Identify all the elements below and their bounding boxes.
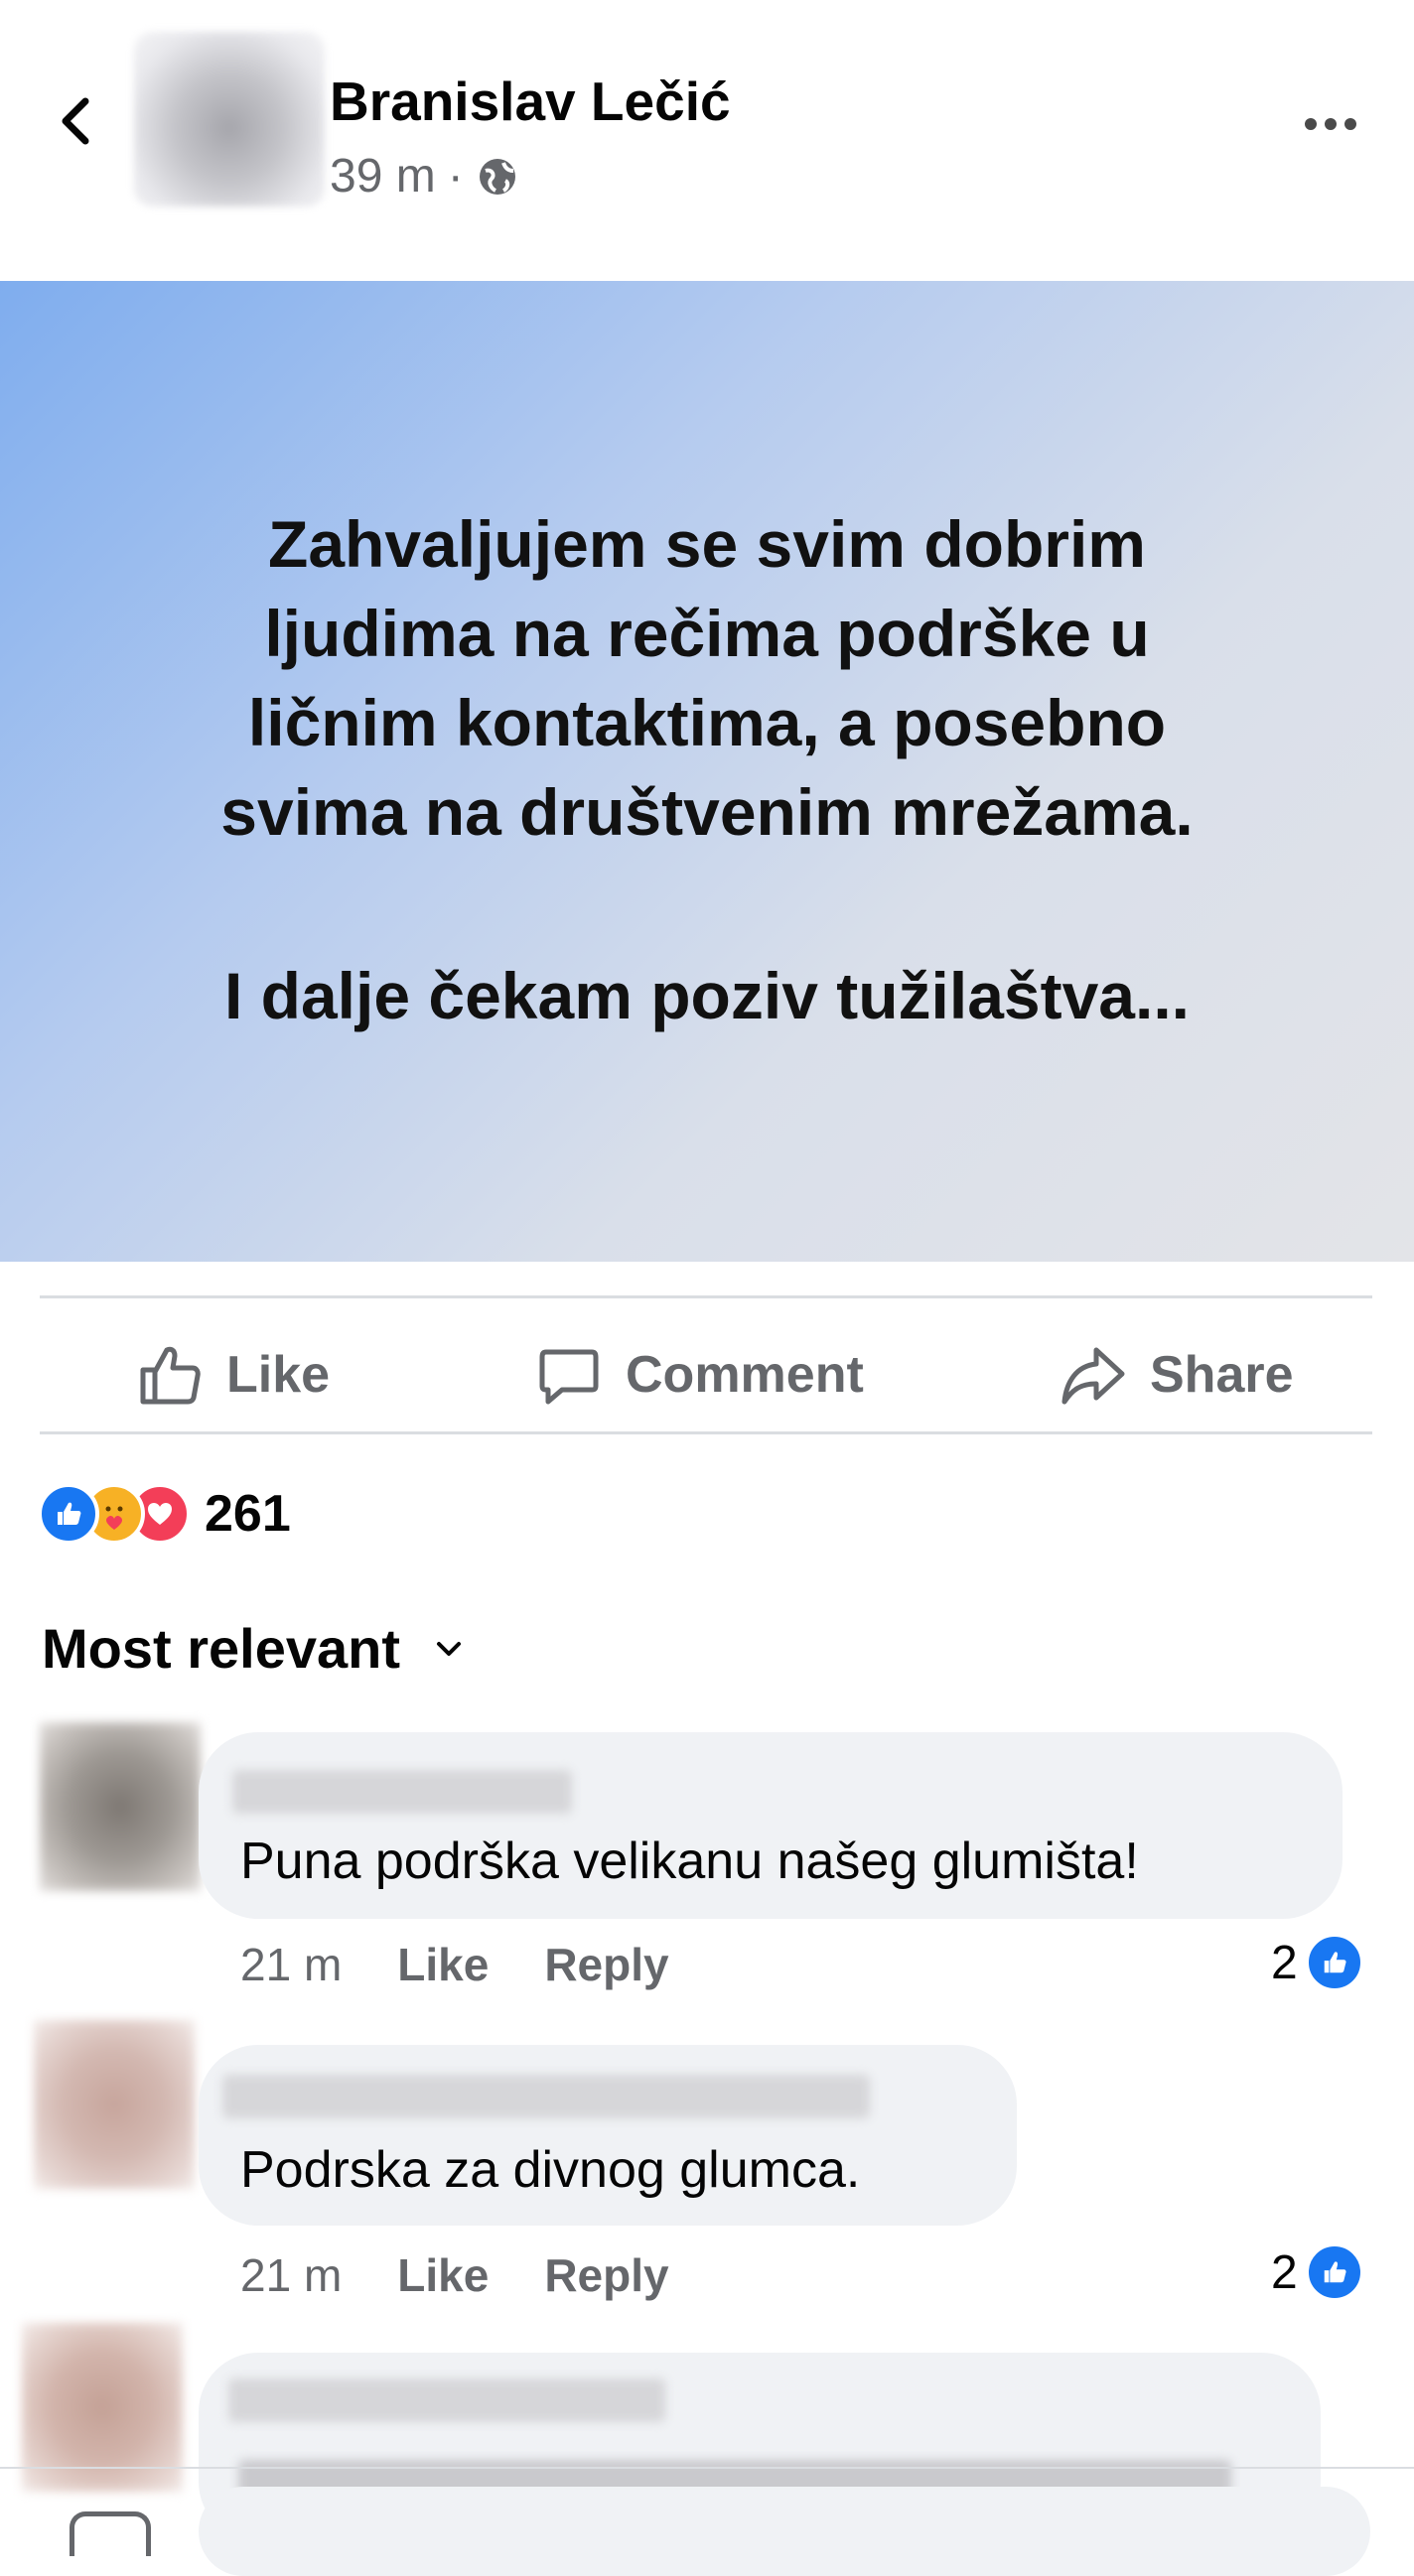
author-avatar[interactable] bbox=[134, 32, 325, 206]
dot-icon bbox=[1325, 118, 1337, 130]
comment-bubble[interactable]: Podrska za divnog glumca. bbox=[199, 2045, 1017, 2226]
post-meta: 39 m · bbox=[330, 149, 519, 203]
comment-bubble[interactable]: Puna podrška velikanu našeg glumišta! bbox=[199, 1732, 1343, 1919]
thumbs-up-icon bbox=[140, 1346, 201, 1405]
more-options-button[interactable] bbox=[1291, 104, 1370, 144]
comment-text: Puna podrška velikanu našeg glumišta! bbox=[240, 1832, 1139, 1890]
comment-label: Comment bbox=[626, 1346, 864, 1404]
comment-reply-button[interactable]: Reply bbox=[544, 1938, 668, 1991]
commenter-avatar[interactable] bbox=[40, 1722, 201, 1891]
comment-time[interactable]: 21 m bbox=[240, 2248, 342, 2302]
comment-reaction-count[interactable]: 2 bbox=[1271, 1934, 1363, 1991]
globe-icon bbox=[479, 158, 515, 195]
comment-like-button[interactable]: Like bbox=[397, 1938, 489, 1991]
post-line: ličnim kontaktima, a posebno bbox=[247, 686, 1167, 759]
like-reaction-icon bbox=[38, 1483, 99, 1545]
like-reaction-icon bbox=[1305, 2243, 1363, 2301]
comment-reply-button[interactable]: Reply bbox=[544, 2248, 668, 2302]
post-line: Zahvaljujem se svim dobrim bbox=[268, 507, 1146, 581]
comment-sort-dropdown[interactable]: Most relevant bbox=[42, 1616, 466, 1681]
comment-actions: 21 m Like Reply bbox=[240, 1938, 669, 1991]
camera-icon[interactable] bbox=[70, 2511, 151, 2556]
comment-time[interactable]: 21 m bbox=[240, 1938, 342, 1991]
commenter-avatar[interactable] bbox=[34, 2020, 195, 2189]
post-text-card[interactable]: Zahvaljujem se svim dobrim ljudima na re… bbox=[0, 281, 1414, 1262]
post-line: ljudima na rečima podrške u bbox=[264, 597, 1150, 670]
divider bbox=[0, 2467, 1414, 2469]
like-label: Like bbox=[226, 1346, 331, 1404]
comment-like-button[interactable]: Like bbox=[397, 2248, 489, 2302]
chevron-left-icon bbox=[62, 97, 89, 145]
share-button[interactable]: Share bbox=[1060, 1335, 1294, 1415]
commenter-name[interactable] bbox=[232, 1770, 572, 1814]
comment-button[interactable]: Comment bbox=[536, 1335, 864, 1415]
reactions-summary[interactable]: 261 bbox=[38, 1479, 291, 1549]
commenter-name[interactable] bbox=[222, 2075, 870, 2118]
like-button[interactable]: Like bbox=[137, 1335, 330, 1415]
sort-label: Most relevant bbox=[42, 1617, 400, 1680]
chevron-down-icon bbox=[437, 1641, 461, 1656]
share-label: Share bbox=[1150, 1346, 1294, 1404]
divider bbox=[40, 1431, 1372, 1434]
comment-icon bbox=[539, 1349, 599, 1405]
commenter-name[interactable] bbox=[228, 2378, 665, 2422]
back-button[interactable] bbox=[48, 91, 107, 151]
post-time[interactable]: 39 m bbox=[330, 149, 436, 203]
post-message: Zahvaljujem se svim dobrim ljudima na re… bbox=[0, 499, 1414, 857]
comment-text: Podrska za divnog glumca. bbox=[240, 2141, 861, 2199]
author-name[interactable]: Branislav Lečić bbox=[330, 69, 731, 133]
comment-actions: 21 m Like Reply bbox=[240, 2248, 669, 2302]
meta-separator: · bbox=[447, 150, 464, 203]
comment-reaction-count[interactable]: 2 bbox=[1271, 2243, 1363, 2301]
dot-icon bbox=[1305, 118, 1317, 130]
post-closing-line: I dalje čekam poziv tužilaštva... bbox=[223, 959, 1191, 1032]
comment-input[interactable] bbox=[199, 2487, 1370, 2576]
comment-like-count: 2 bbox=[1271, 1936, 1298, 1989]
comment-like-count: 2 bbox=[1271, 2245, 1298, 2299]
reaction-count: 261 bbox=[205, 1485, 291, 1543]
like-reaction-icon bbox=[1305, 1934, 1363, 1991]
dot-icon bbox=[1344, 118, 1356, 130]
divider bbox=[40, 1295, 1372, 1298]
share-icon bbox=[1061, 1347, 1125, 1405]
post-line: svima na društvenim mrežama. bbox=[220, 775, 1194, 849]
